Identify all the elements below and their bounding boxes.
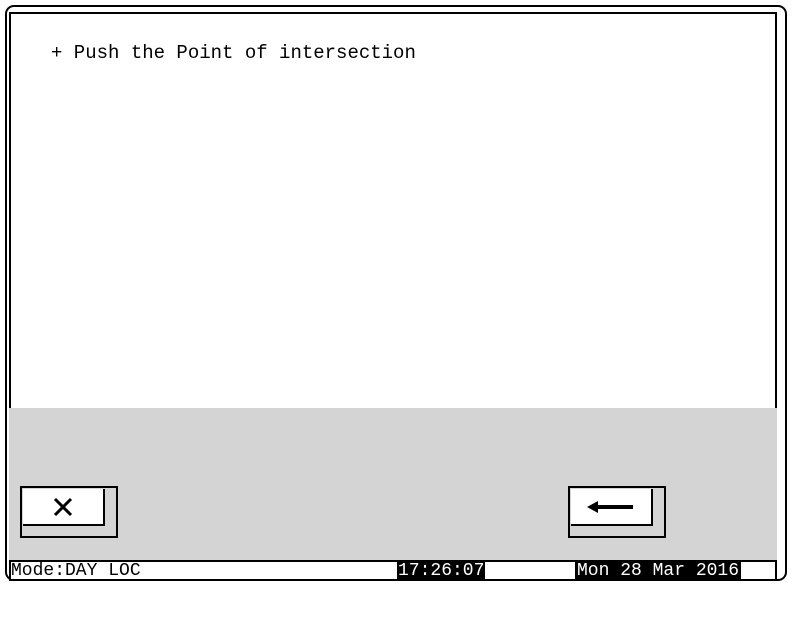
close-icon bbox=[53, 497, 73, 516]
status-bar: Mode:DAY LOC 17:26:07 Mon 28 Mar 2016 bbox=[9, 560, 777, 581]
control-area bbox=[9, 408, 777, 560]
back-button-face bbox=[571, 489, 653, 526]
cancel-button[interactable] bbox=[20, 486, 118, 538]
clock-date: Mon 28 Mar 2016 bbox=[575, 561, 742, 581]
display-screen: + Push the Point of intersection bbox=[9, 12, 777, 408]
instruction-text: + Push the Point of intersection bbox=[51, 42, 416, 64]
arrow-left-icon bbox=[587, 500, 633, 513]
mode-indicator: Mode:DAY LOC bbox=[11, 561, 141, 581]
cancel-button-face bbox=[23, 489, 105, 526]
clock-time: 17:26:07 bbox=[397, 561, 486, 581]
back-button[interactable] bbox=[568, 486, 666, 538]
